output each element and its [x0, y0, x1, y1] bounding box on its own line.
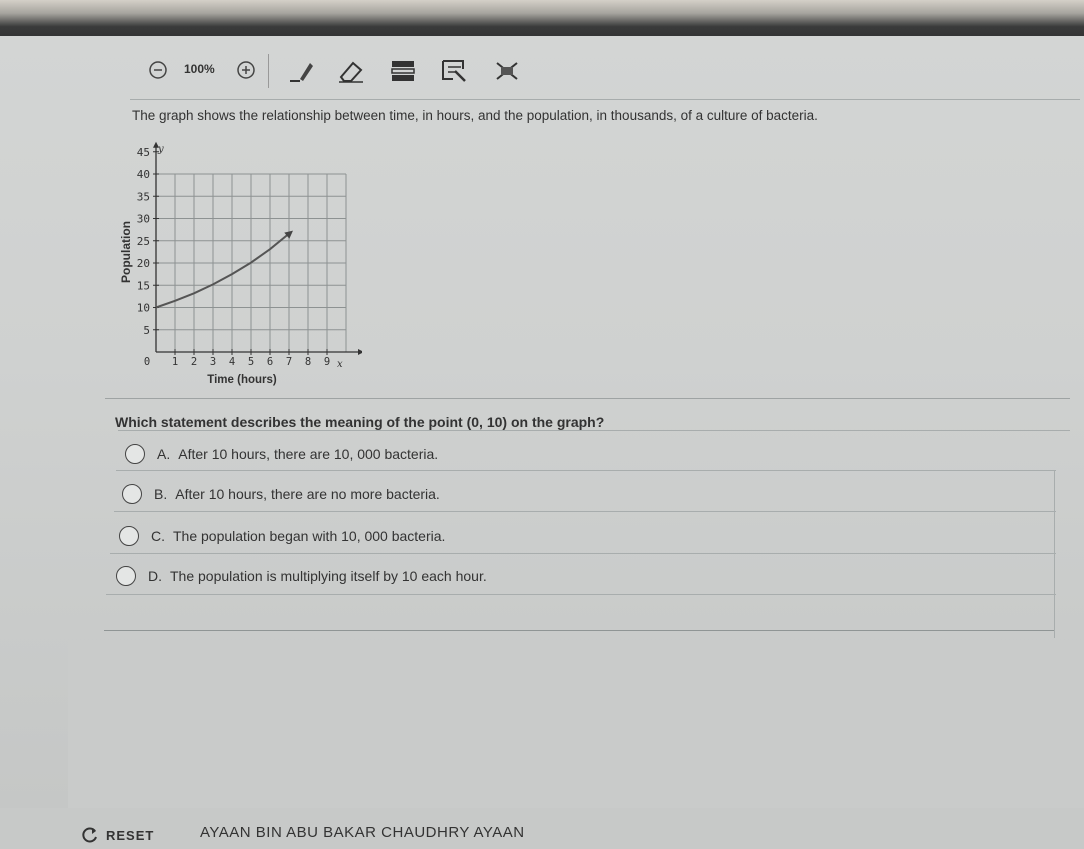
x-tick-label: 3 — [210, 356, 216, 368]
y-tick-label: 10 — [137, 302, 150, 315]
x-tick-label: 0 — [144, 356, 150, 368]
toolbar-divider-line — [130, 99, 1080, 100]
toolbar-divider — [268, 54, 269, 88]
population-graph: 0 1 2 3 4 5 6 7 8 951015202530354045 Time (hours)… — [119, 141, 362, 386]
y-tick-label: 45 — [137, 146, 150, 159]
y-tick-label: 5 — [143, 324, 150, 337]
answer-option-d[interactable]: D. The population is multiplying itself … — [116, 566, 487, 586]
option-text: The population is multiplying itself by … — [170, 568, 487, 584]
answer-option-b[interactable]: B. After 10 hours, there are no more bac… — [122, 484, 440, 504]
question-intro: The graph shows the relationship between… — [132, 108, 818, 123]
question-prompt: Which statement describes the meaning of… — [115, 414, 605, 430]
y-axis-letter: y — [157, 144, 164, 155]
y-tick-label: 15 — [137, 279, 150, 292]
population-curve — [155, 232, 290, 309]
option-divider — [118, 430, 1070, 431]
radio-button-b[interactable] — [122, 484, 142, 504]
option-text: The population began with 10, 000 bacter… — [173, 528, 446, 544]
x-axis-title: Time (hours) — [207, 374, 277, 386]
answer-option-c[interactable]: C. The population began with 10, 000 bac… — [119, 526, 445, 546]
eraser-icon[interactable] — [334, 56, 368, 86]
pen-icon[interactable] — [284, 56, 318, 86]
y-tick-label: 25 — [137, 235, 150, 248]
y-tick-label: 35 — [137, 190, 150, 203]
zoom-in-icon[interactable] — [234, 58, 258, 82]
zoom-level: 100% — [184, 62, 215, 76]
monitor-bezel — [0, 0, 1084, 38]
x-tick-label: 7 — [286, 356, 292, 368]
option-letter: D. — [148, 568, 162, 584]
option-letter: B. — [154, 486, 168, 502]
graph-divider-line — [105, 398, 1070, 399]
option-divider — [116, 470, 1056, 471]
reset-label: RESET — [106, 827, 155, 843]
x-tick-label: 2 — [191, 356, 197, 368]
y-tick-label: 30 — [137, 213, 150, 226]
graph-series — [155, 230, 293, 309]
option-letter: A. — [157, 446, 171, 462]
zoom-out-icon[interactable] — [146, 58, 170, 82]
y-tick-label: 20 — [137, 257, 150, 270]
x-axis-arrow — [358, 349, 362, 355]
answer-panel-bottom — [104, 630, 1054, 631]
line-reader-icon[interactable] — [388, 56, 418, 86]
x-tick-label: 1 — [172, 356, 178, 368]
reset-button[interactable]: RESET — [80, 826, 154, 844]
option-text: After 10 hours, there are 10, 000 bacter… — [178, 446, 439, 462]
x-tick-label: 6 — [267, 356, 273, 368]
y-axis-title: Population — [119, 221, 133, 283]
radio-button-d[interactable] — [116, 566, 136, 586]
x-tick-label: 9 — [324, 356, 330, 368]
student-name: AYAAN BIN ABU BAKAR CHAUDHRY AYAAN — [200, 824, 525, 841]
option-letter: C. — [151, 528, 165, 544]
content-panel-footer — [68, 640, 1084, 810]
x-axis-letter: x — [337, 359, 343, 370]
toolbar: 100% — [140, 50, 550, 90]
option-divider — [114, 511, 1056, 512]
x-tick-label: 5 — [248, 356, 254, 368]
radio-button-a[interactable] — [125, 444, 145, 464]
option-divider — [106, 594, 1056, 595]
footer-bar — [0, 808, 1084, 849]
x-tick-label: 4 — [229, 356, 235, 368]
radio-button-c[interactable] — [119, 526, 139, 546]
highlight-icon[interactable] — [438, 56, 470, 86]
graph-ticks: 0 1 2 3 4 5 6 7 8 951015202530354045 — [137, 146, 330, 368]
answer-option-a[interactable]: A. After 10 hours, there are 10, 000 bac… — [125, 444, 438, 464]
option-text: After 10 hours, there are no more bacter… — [175, 486, 440, 502]
answer-panel-border — [1054, 470, 1055, 638]
y-tick-label: 40 — [137, 168, 150, 181]
x-tick-label: 8 — [305, 356, 311, 368]
eliminate-choice-icon[interactable] — [492, 58, 522, 84]
option-divider — [110, 553, 1056, 554]
refresh-icon — [82, 827, 97, 843]
